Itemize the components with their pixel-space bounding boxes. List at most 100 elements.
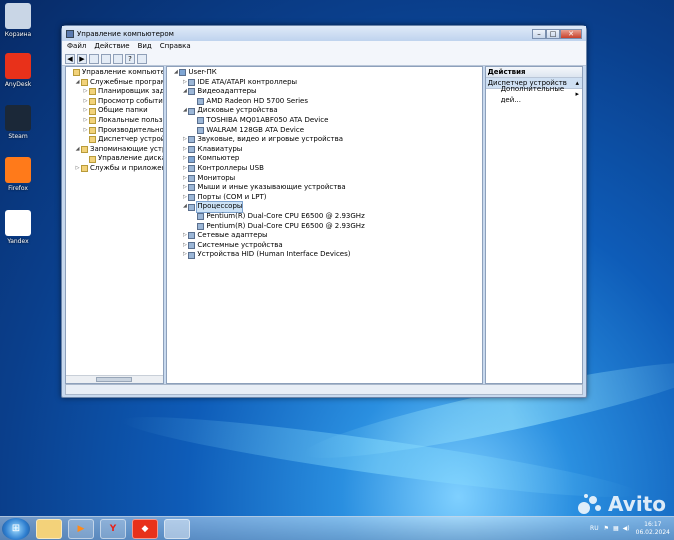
taskbar-anydesk-icon[interactable]: ◆ <box>132 518 158 539</box>
language-indicator[interactable]: RU <box>590 525 599 532</box>
tree-node[interactable]: ◢ User-ПК <box>167 68 481 78</box>
more-actions-item[interactable]: Дополнительные дей... ▸ <box>486 85 582 104</box>
menu-item[interactable]: Файл <box>67 41 86 52</box>
tree-node[interactable]: TOSHIBA MQ01ABF050 ATA Device <box>167 116 481 126</box>
scrollbar-thumb[interactable] <box>96 377 132 382</box>
tree-node[interactable]: ▷ Компьютер <box>167 154 481 164</box>
tree-node[interactable]: ▷ Просмотр событий <box>66 97 163 107</box>
expand-arrow-icon[interactable]: ◢ <box>181 202 188 212</box>
expand-arrow-icon[interactable]: ▷ <box>74 164 81 174</box>
taskbar-explorer-icon[interactable] <box>36 518 62 539</box>
tree-node-label: Pentium(R) Dual-Core CPU E6500 @ 2.93GHz <box>206 221 365 230</box>
expand-arrow-icon[interactable]: ◢ <box>181 106 188 116</box>
menu-item[interactable]: Вид <box>138 41 152 52</box>
device-icon <box>188 232 196 240</box>
expand-arrow-icon[interactable]: ▷ <box>82 87 89 97</box>
expand-arrow-icon[interactable]: ◢ <box>74 145 81 155</box>
tree-node[interactable]: ▷ Контроллеры USB <box>167 164 481 174</box>
expand-arrow-icon[interactable]: ▷ <box>82 106 89 116</box>
show-hide-tree-icon[interactable] <box>101 53 111 64</box>
device-icon <box>188 107 196 115</box>
device-icon <box>188 146 196 154</box>
desktop-shortcut-anydesk[interactable]: AnyDesk <box>3 53 33 88</box>
desktop-shortcut-firefox[interactable]: Firefox <box>3 157 33 192</box>
tree-node[interactable]: ▷ Планировщик заданий <box>66 87 163 97</box>
tree-node[interactable]: ▷ Системные устройства <box>167 241 481 251</box>
tree-node[interactable]: ▷ Звуковые, видео и игровые устройства <box>167 135 481 145</box>
export-list-icon[interactable] <box>113 53 123 64</box>
network-icon[interactable]: ▦ <box>613 525 619 532</box>
tree-node[interactable]: ◢ Видеоадаптеры <box>167 87 481 97</box>
device-icon <box>188 203 196 211</box>
tree-node[interactable]: ▷ Мыши и иные указывающие устройства <box>167 183 481 193</box>
taskbar-computer-management-icon[interactable] <box>164 518 190 539</box>
expand-arrow-icon[interactable]: ▷ <box>181 164 188 174</box>
tree-node[interactable]: ▷ Локальные пользовате <box>66 116 163 126</box>
expand-arrow-icon[interactable]: ▷ <box>181 250 188 260</box>
minimize-button[interactable]: – <box>532 28 546 39</box>
tree-node[interactable]: ▷ Клавиатуры <box>167 145 481 155</box>
desktop-shortcut-recycle-bin[interactable]: Корзина <box>3 3 33 38</box>
start-button[interactable]: ⊞ <box>2 517 30 540</box>
expand-arrow-icon[interactable]: ▷ <box>181 231 188 241</box>
taskbar-media-player-icon[interactable]: ▶ <box>68 518 94 539</box>
recycle-bin-icon <box>5 3 31 29</box>
back-arrow-icon[interactable]: ◀ <box>65 53 75 64</box>
desktop-shortcut-steam[interactable]: Steam <box>3 105 33 140</box>
expand-arrow-icon[interactable]: ▷ <box>82 116 89 126</box>
tree-node-label: Звуковые, видео и игровые устройства <box>197 135 344 144</box>
tree-node[interactable]: ◢ Процессоры <box>167 201 481 213</box>
tree-node[interactable]: ▷ Мониторы <box>167 174 481 184</box>
forward-arrow-icon[interactable]: ▶ <box>77 53 87 64</box>
help-icon[interactable]: ? <box>125 53 135 64</box>
tree-node[interactable]: ▷ Производительность <box>66 126 163 136</box>
taskbar: ⊞ ▶ Y ◆ RU ⚑ ▦ ◀) 16:17 06.02.2024 <box>0 516 674 540</box>
tree-node[interactable]: ▷ Общие папки <box>66 106 163 116</box>
expand-arrow-icon[interactable]: ▷ <box>82 97 89 107</box>
taskbar-yandex-icon[interactable]: Y <box>100 518 126 539</box>
properties-icon[interactable] <box>137 53 147 64</box>
expand-arrow-icon[interactable]: ▷ <box>181 193 188 203</box>
tree-node[interactable]: ◢ Дисковые устройства <box>167 106 481 116</box>
expand-arrow-icon[interactable]: ◢ <box>74 78 81 88</box>
expand-arrow-icon[interactable]: ▷ <box>181 174 188 184</box>
expand-arrow-icon[interactable]: ▷ <box>82 126 89 136</box>
expand-arrow-icon[interactable]: ▷ <box>181 78 188 88</box>
expand-arrow-icon[interactable]: ◢ <box>172 68 179 78</box>
up-folder-icon[interactable] <box>89 53 99 64</box>
menu-item[interactable]: Действие <box>94 41 129 52</box>
tree-node[interactable]: ▷ IDE ATA/ATAPI контроллеры <box>167 78 481 88</box>
tree-node[interactable]: ▷ Порты (COM и LPT) <box>167 193 481 203</box>
volume-icon[interactable]: ◀) <box>623 525 630 532</box>
tree-node[interactable]: Pentium(R) Dual-Core CPU E6500 @ 2.93GHz <box>167 212 481 222</box>
expand-arrow-icon[interactable]: ▷ <box>181 241 188 251</box>
menu-item[interactable]: Справка <box>160 41 191 52</box>
desktop-shortcut-yandex[interactable]: Yandex <box>3 210 33 245</box>
horizontal-scrollbar[interactable] <box>66 375 164 383</box>
tree-node[interactable]: AMD Radeon HD 5700 Series <box>167 97 481 107</box>
expand-arrow-icon[interactable]: ◢ <box>181 87 188 97</box>
tree-node[interactable]: Pentium(R) Dual-Core CPU E6500 @ 2.93GHz <box>167 222 481 232</box>
tree-node[interactable]: ▷ Службы и приложения <box>66 164 163 174</box>
device-icon <box>197 117 205 125</box>
tree-node[interactable]: Диспетчер устройств <box>66 135 163 145</box>
tree-node[interactable]: WALRAM 128GB ATA Device <box>167 126 481 136</box>
tree-node[interactable]: Управление компьютером (л <box>66 68 163 78</box>
tree-node[interactable]: ▷ Сетевые адаптеры <box>167 231 481 241</box>
tree-node[interactable]: Управление дисками <box>66 154 163 164</box>
tree-node[interactable]: ◢ Служебные программы <box>66 78 163 88</box>
expand-arrow-icon[interactable]: ▷ <box>181 154 188 164</box>
expand-arrow-icon[interactable]: ▷ <box>181 183 188 193</box>
device-icon <box>188 78 196 86</box>
flag-icon[interactable]: ⚑ <box>604 525 609 532</box>
maximize-button[interactable]: □ <box>546 28 560 39</box>
expand-arrow-icon[interactable]: ▷ <box>181 145 188 155</box>
tree-node[interactable]: ◢ Запоминающие устройств <box>66 145 163 155</box>
close-button[interactable]: ✕ <box>560 28 582 39</box>
clock[interactable]: 16:17 06.02.2024 <box>636 521 670 537</box>
tree-node[interactable]: ▷ Устройства HID (Human Interface Devices… <box>167 250 481 260</box>
device-icon <box>188 88 196 96</box>
window-titlebar[interactable]: Управление компьютером – □ ✕ <box>62 26 586 41</box>
device-icon <box>188 251 196 259</box>
expand-arrow-icon[interactable]: ▷ <box>181 135 188 145</box>
